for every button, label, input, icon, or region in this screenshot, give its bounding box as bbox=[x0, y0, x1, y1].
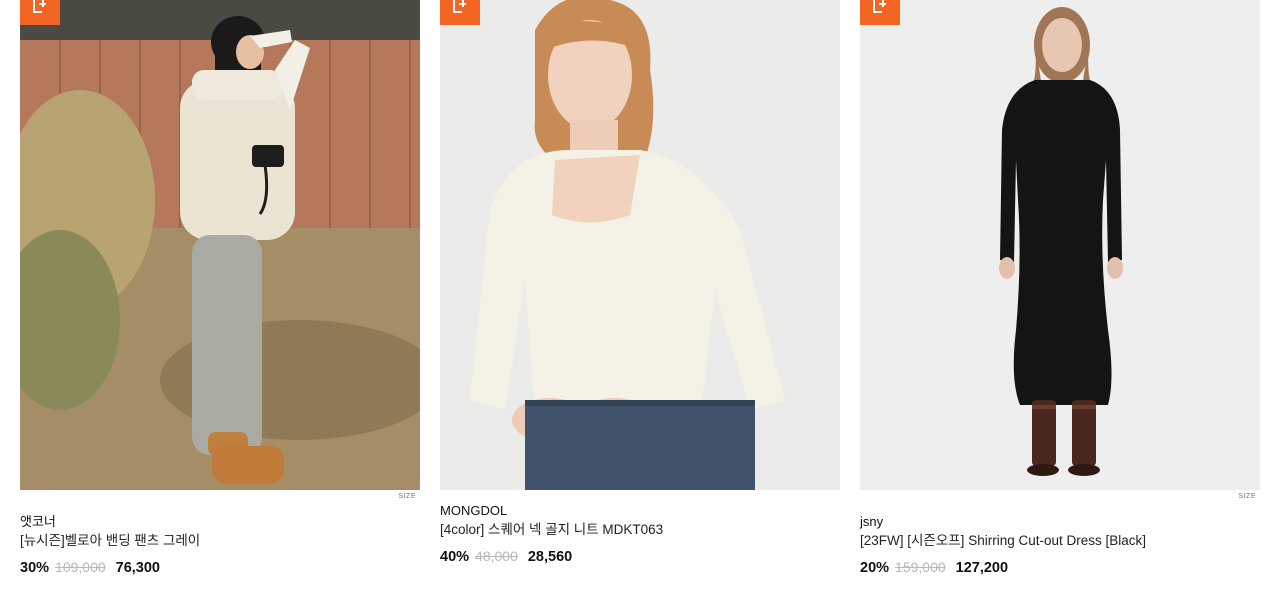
product-card: SIZE 앳코너 [뉴시즌]벨로아 밴딩 팬츠 그레이 30% 109,000 … bbox=[20, 0, 420, 576]
original-price: 48,000 bbox=[475, 548, 518, 564]
product-photo bbox=[20, 0, 420, 490]
size-link[interactable]: SIZE bbox=[1238, 493, 1256, 500]
discount-rate: 30% bbox=[20, 560, 50, 576]
discount-rate: 20% bbox=[860, 560, 890, 576]
original-price: 159,000 bbox=[895, 559, 946, 575]
product-card: SIZE jsny [23FW] [시즌오프] Shirring Cut-out… bbox=[860, 0, 1260, 576]
product-image-link[interactable] bbox=[20, 0, 420, 490]
product-image-link[interactable] bbox=[860, 0, 1260, 490]
product-name[interactable]: [23FW] [시즌오프] Shirring Cut-out Dress [Bl… bbox=[860, 532, 1260, 549]
plus-badge-icon bbox=[20, 0, 60, 25]
product-name[interactable]: [뉴시즌]벨로아 밴딩 팬츠 그레이 bbox=[20, 532, 420, 549]
product-info: jsny [23FW] [시즌오프] Shirring Cut-out Dres… bbox=[860, 514, 1260, 576]
plus-badge-icon bbox=[440, 0, 480, 25]
original-price: 109,000 bbox=[55, 559, 106, 575]
product-grid: SIZE 앳코너 [뉴시즌]벨로아 밴딩 팬츠 그레이 30% 109,000 … bbox=[0, 0, 1282, 598]
sale-price: 76,300 bbox=[115, 560, 160, 576]
plus-badge-icon bbox=[860, 0, 900, 25]
price-row: 40% 48,000 28,560 bbox=[440, 548, 840, 565]
size-link[interactable]: SIZE bbox=[398, 493, 416, 500]
product-info: 앳코너 [뉴시즌]벨로아 밴딩 팬츠 그레이 30% 109,000 76,30… bbox=[20, 514, 420, 576]
sale-price: 28,560 bbox=[527, 549, 573, 565]
price-row: 30% 109,000 76,300 bbox=[20, 559, 420, 576]
price-row: 20% 159,000 127,200 bbox=[860, 559, 1260, 576]
sale-price: 127,200 bbox=[955, 560, 1009, 576]
product-card: MONGDOL [4color] 스퀘어 넥 골지 니트 MDKT063 40%… bbox=[440, 0, 840, 565]
product-image-link[interactable] bbox=[440, 0, 840, 490]
product-brand[interactable]: jsny bbox=[860, 514, 1260, 529]
product-photo bbox=[860, 0, 1260, 490]
product-brand[interactable]: 앳코너 bbox=[20, 514, 420, 529]
discount-rate: 40% bbox=[440, 549, 470, 565]
product-brand[interactable]: MONGDOL bbox=[440, 503, 840, 518]
product-info: MONGDOL [4color] 스퀘어 넥 골지 니트 MDKT063 40%… bbox=[440, 503, 840, 565]
product-name[interactable]: [4color] 스퀘어 넥 골지 니트 MDKT063 bbox=[440, 521, 840, 538]
product-photo bbox=[440, 0, 840, 490]
